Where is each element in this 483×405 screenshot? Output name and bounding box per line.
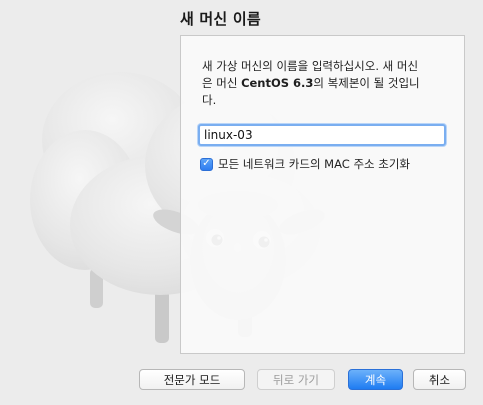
description-line-1: 새 가상 머신의 이름을 입력하십시오. 새 머신 bbox=[202, 59, 419, 73]
reset-mac-checkbox[interactable]: ✓ bbox=[200, 157, 213, 171]
reset-mac-option[interactable]: ✓ 모든 네트워크 카드의 MAC 주소 초기화 bbox=[200, 156, 410, 172]
machine-name-input[interactable] bbox=[198, 124, 446, 146]
continue-button[interactable]: 계속 bbox=[348, 369, 403, 390]
checkmark-icon: ✓ bbox=[202, 158, 211, 169]
description-text: 새 가상 머신의 이름을 입력하십시오. 새 머신 은 머신 CentOS 6.… bbox=[202, 58, 452, 109]
description-line-3: 다. bbox=[202, 93, 217, 107]
back-button[interactable]: 뒤로 가기 bbox=[257, 369, 335, 390]
cancel-button[interactable]: 취소 bbox=[413, 369, 466, 390]
description-line-2-post: 의 복제본이 될 것입니 bbox=[313, 76, 420, 90]
reset-mac-label[interactable]: 모든 네트워크 카드의 MAC 주소 초기화 bbox=[218, 156, 410, 172]
page-title: 새 머신 이름 bbox=[180, 10, 261, 28]
form-panel: 새 가상 머신의 이름을 입력하십시오. 새 머신 은 머신 CentOS 6.… bbox=[180, 35, 465, 354]
expert-mode-button[interactable]: 전문가 모드 bbox=[139, 369, 245, 390]
source-machine-name: CentOS 6.3 bbox=[241, 76, 314, 90]
description-line-2-pre: 은 머신 bbox=[202, 76, 242, 90]
